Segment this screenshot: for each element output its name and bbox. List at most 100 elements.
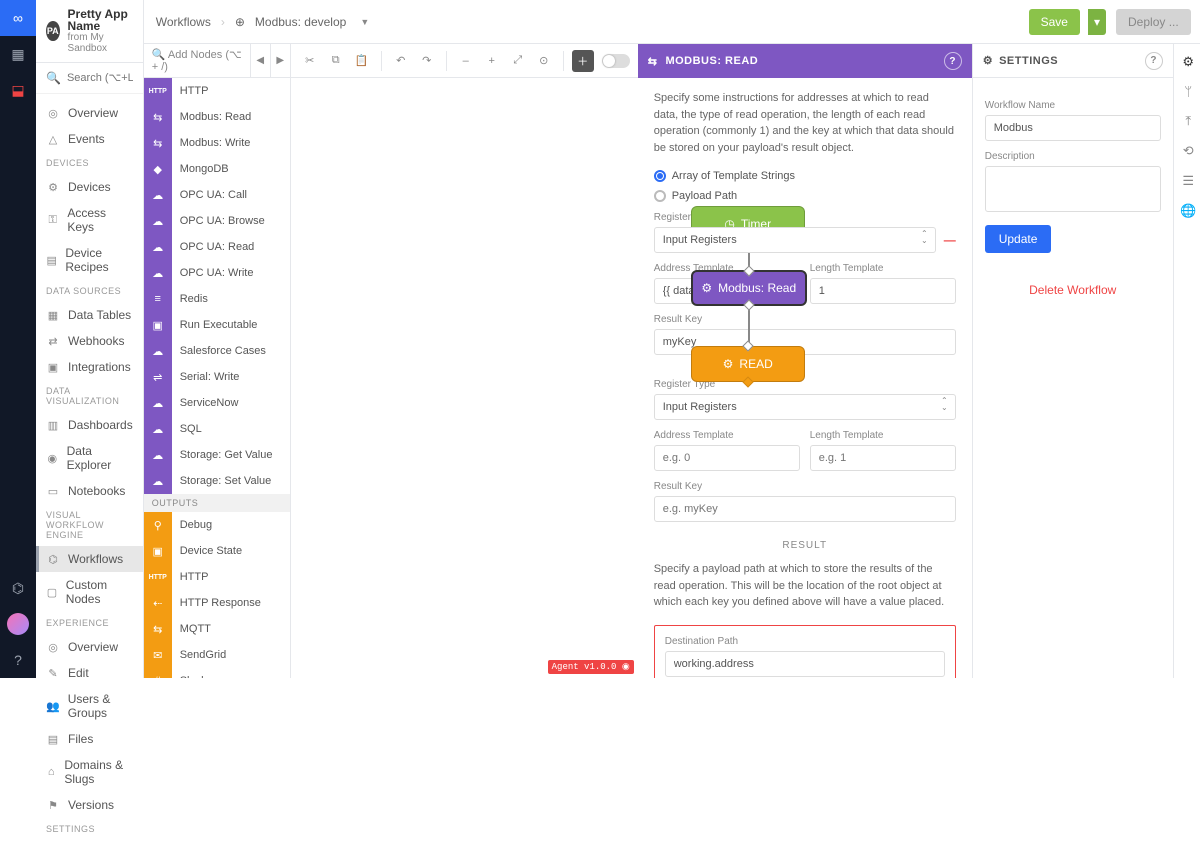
rail-box-icon[interactable]: ⬓ — [0, 72, 36, 108]
result-description: Specify a payload path at which to store… — [654, 561, 956, 611]
paste-icon[interactable]: 📋 — [351, 50, 373, 72]
help-icon[interactable]: ? — [1145, 52, 1163, 70]
nav-search[interactable]: 🔍 — [36, 63, 143, 94]
select-register-type[interactable]: Input Registers — [654, 227, 936, 253]
branch-icon[interactable]: ᛘ — [1184, 84, 1192, 99]
zoom-in-icon[interactable]: + — [481, 50, 503, 72]
agent-badge: Agent v1.0.0 ◉ — [548, 660, 634, 674]
nav-item-data-tables[interactable]: ▦Data Tables — [36, 302, 143, 328]
nav-item-integrations[interactable]: ▣Integrations — [36, 354, 143, 380]
palette-item[interactable]: ≡Redis — [144, 286, 290, 312]
palette-item[interactable]: ☁Storage: Set Value — [144, 468, 290, 494]
nav-item-label: Versions — [68, 798, 114, 812]
radio-payload[interactable]: Payload Path — [654, 190, 956, 202]
nav-item-device-recipes[interactable]: ▤Device Recipes — [36, 240, 143, 280]
nav-search-input[interactable] — [67, 72, 133, 84]
copy-icon[interactable]: ⧉ — [325, 50, 347, 72]
input-destination[interactable] — [665, 651, 945, 677]
redo-icon[interactable]: ↷ — [416, 50, 438, 72]
rail-help-icon[interactable]: ? — [0, 642, 36, 678]
palette-item[interactable]: ☁OPC UA: Call — [144, 182, 290, 208]
rail-avatar[interactable] — [0, 606, 36, 642]
delete-workflow-link[interactable]: Delete Workflow — [985, 283, 1161, 297]
nav-item-access-keys[interactable]: ⚿Access Keys — [36, 200, 143, 240]
palette-item[interactable]: ⚲Debug — [144, 512, 290, 538]
palette-next-icon[interactable]: ▶ — [270, 44, 290, 78]
palette-search-text[interactable]: Add Nodes (⌥ + /) — [152, 49, 242, 73]
canvas[interactable]: ✂ ⧉ 📋 ↶ ↷ – + ⤢ ⊙ ＋ ◷Timer ⚙Modbus: Read… — [291, 44, 638, 678]
palette-prev-icon[interactable]: ◀ — [250, 44, 270, 78]
input-address-2[interactable] — [654, 445, 800, 471]
palette-item[interactable]: HTTPHTTP — [144, 564, 290, 590]
input-workflow-desc[interactable] — [985, 166, 1161, 212]
nav-item-events[interactable]: △Events — [36, 126, 143, 152]
crumb-workflows[interactable]: Workflows — [156, 15, 211, 29]
crumb-dropdown-icon[interactable]: ▼ — [360, 17, 369, 27]
nav-item-versions[interactable]: ⚑Versions — [36, 792, 143, 818]
palette-item[interactable]: ☁OPC UA: Read — [144, 234, 290, 260]
nav-item-webhooks[interactable]: ⇄Webhooks — [36, 328, 143, 354]
rail-dashboard-icon[interactable]: ▦ — [0, 36, 36, 72]
input-result-key-2[interactable] — [654, 496, 956, 522]
nav-item-files[interactable]: ▤Files — [36, 726, 143, 752]
nav-item-overview[interactable]: ◎Overview — [36, 634, 143, 660]
palette-item[interactable]: ☁OPC UA: Write — [144, 260, 290, 286]
palette-item[interactable]: ◆MongoDB — [144, 156, 290, 182]
fit-icon[interactable]: ⤢ — [507, 50, 529, 72]
upload-icon[interactable]: ⤒ — [1185, 113, 1191, 129]
palette-item[interactable]: ▣Run Executable — [144, 312, 290, 338]
palette-item[interactable]: ☁Salesforce Cases — [144, 338, 290, 364]
input-length[interactable] — [810, 278, 956, 304]
nav-item-users-groups[interactable]: 👥Users & Groups — [36, 686, 143, 726]
palette-item[interactable]: HTTPHTTP — [144, 78, 290, 104]
rail-logo-icon[interactable]: ∞ — [0, 0, 36, 36]
palette-item[interactable]: ⇠HTTP Response — [144, 590, 290, 616]
save-button[interactable]: Save — [1029, 9, 1080, 35]
palette-item[interactable]: ⇌Serial: Write — [144, 364, 290, 390]
globe-icon[interactable]: 🌐 — [1180, 203, 1196, 219]
update-button[interactable]: Update — [985, 225, 1052, 253]
radio-array[interactable]: Array of Template Strings — [654, 170, 956, 182]
node-modbus-read[interactable]: ⚙Modbus: Read — [691, 270, 807, 306]
nav-item-dashboards[interactable]: ▥Dashboards — [36, 412, 143, 438]
nav-item-domains-slugs[interactable]: ⌂Domains & Slugs — [36, 752, 143, 792]
palette-item[interactable]: ⇆Modbus: Write — [144, 130, 290, 156]
refresh-icon[interactable]: ⟲ — [1183, 143, 1194, 159]
undo-icon[interactable]: ↶ — [390, 50, 412, 72]
deploy-button[interactable]: Deploy ... — [1116, 9, 1191, 35]
nav-item-label: Data Explorer — [67, 444, 133, 472]
remove-instruction-icon[interactable]: — — [944, 233, 956, 247]
nav-item-data-explorer[interactable]: ◉Data Explorer — [36, 438, 143, 478]
nav-item-notebooks[interactable]: ▭Notebooks — [36, 478, 143, 504]
gear-icon: ⚙ — [983, 54, 993, 67]
palette-item[interactable]: ☁Storage: Get Value — [144, 442, 290, 468]
palette-item[interactable]: ☁ServiceNow — [144, 390, 290, 416]
nav-item-overview[interactable]: ◎Overview — [36, 100, 143, 126]
palette-item[interactable]: #Slack — [144, 668, 290, 678]
zoom-out-icon[interactable]: – — [455, 50, 477, 72]
input-workflow-name[interactable] — [985, 115, 1161, 141]
save-caret-button[interactable]: ▾ — [1088, 9, 1106, 35]
recenter-icon[interactable]: ⊙ — [533, 50, 555, 72]
canvas-toggle[interactable] — [602, 54, 630, 68]
select-register-type-2[interactable]: Input Registers — [654, 394, 956, 420]
palette-item[interactable]: ▣Device State — [144, 538, 290, 564]
palette-item[interactable]: ☁OPC UA: Browse — [144, 208, 290, 234]
palette-item[interactable]: ⇆Modbus: Read — [144, 104, 290, 130]
help-icon[interactable]: ? — [944, 52, 962, 70]
gear-icon[interactable]: ⚙ — [1182, 54, 1194, 70]
nav-item-workflows[interactable]: ⌬Workflows — [36, 546, 143, 572]
node-read-output[interactable]: ⚙READ — [691, 346, 805, 382]
rail-workflow-icon[interactable]: ⌬ — [0, 570, 36, 606]
nav-item-devices[interactable]: ⚙Devices — [36, 174, 143, 200]
nav-item-edit[interactable]: ✎Edit — [36, 660, 143, 686]
nav-item-custom-nodes[interactable]: ▢Custom Nodes — [36, 572, 143, 612]
palette-item[interactable]: ☁SQL — [144, 416, 290, 442]
palette-item[interactable]: ✉SendGrid — [144, 642, 290, 668]
label-workflow-name: Workflow Name — [985, 100, 1161, 111]
list-icon[interactable]: ☰ — [1182, 173, 1194, 189]
add-node-button[interactable]: ＋ — [572, 50, 594, 72]
cut-icon[interactable]: ✂ — [299, 50, 321, 72]
palette-item[interactable]: ⇆MQTT — [144, 616, 290, 642]
input-length-2[interactable] — [810, 445, 956, 471]
